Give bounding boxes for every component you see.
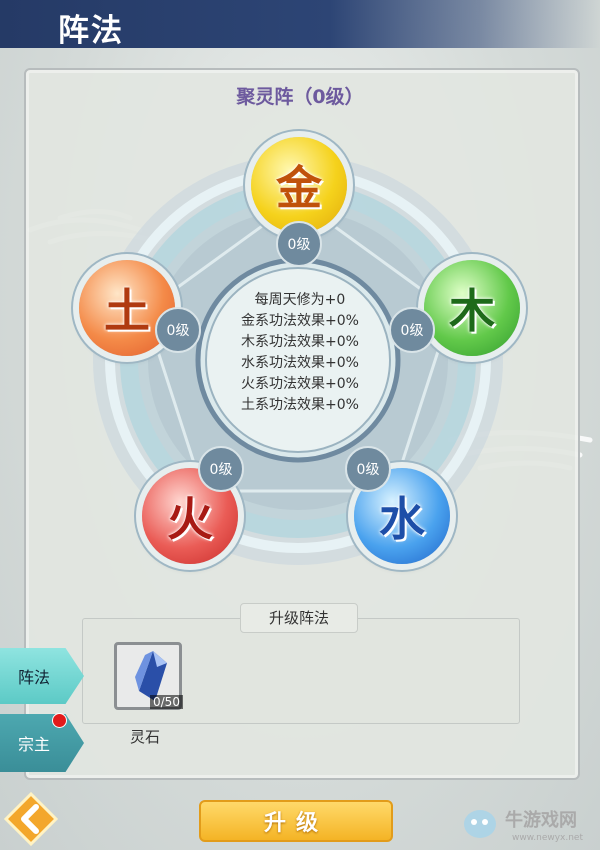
element-level-earth: 0级 — [155, 307, 201, 353]
stat-line: 水系功法效果+0% — [241, 355, 359, 371]
element-char-wood: 木 — [449, 284, 495, 338]
stat-line: 土系功法效果+0% — [241, 397, 359, 413]
stat-line: 火系功法效果+0% — [241, 376, 359, 392]
element-char-fire: 火 — [167, 492, 213, 546]
element-char-earth: 土 — [104, 284, 150, 338]
stat-line: 金系功法效果+0% — [241, 313, 359, 329]
element-level-water: 0级 — [345, 446, 391, 492]
upgrade-button[interactable]: 升级 — [199, 800, 393, 842]
item-name: 灵石 — [130, 728, 161, 746]
element-level-fire: 0级 — [198, 446, 244, 492]
element-level-metal: 0级 — [276, 221, 322, 267]
notification-dot — [52, 713, 67, 728]
item-count: 0/50 — [150, 695, 183, 709]
element-orb-metal[interactable]: 金 — [251, 137, 347, 233]
watermark-text: 牛游戏网 — [505, 810, 577, 831]
element-level-wood: 0级 — [389, 307, 435, 353]
element-char-metal: 金 — [276, 161, 322, 215]
upgrade-section-title: 升级阵法 — [240, 603, 358, 633]
watermark-url: www.newyx.net — [512, 833, 584, 843]
stat-line: 木系功法效果+0% — [241, 334, 359, 350]
stat-line: 每周天修为+0 — [254, 292, 346, 308]
formation-stats: 每周天修为+0 金系功法效果+0% 木系功法效果+0% 水系功法效果+0% 火系… — [205, 290, 395, 416]
element-char-water: 水 — [379, 492, 425, 546]
element-orb-wood[interactable]: 木 — [424, 260, 520, 356]
back-arrow-icon[interactable] — [2, 790, 60, 848]
